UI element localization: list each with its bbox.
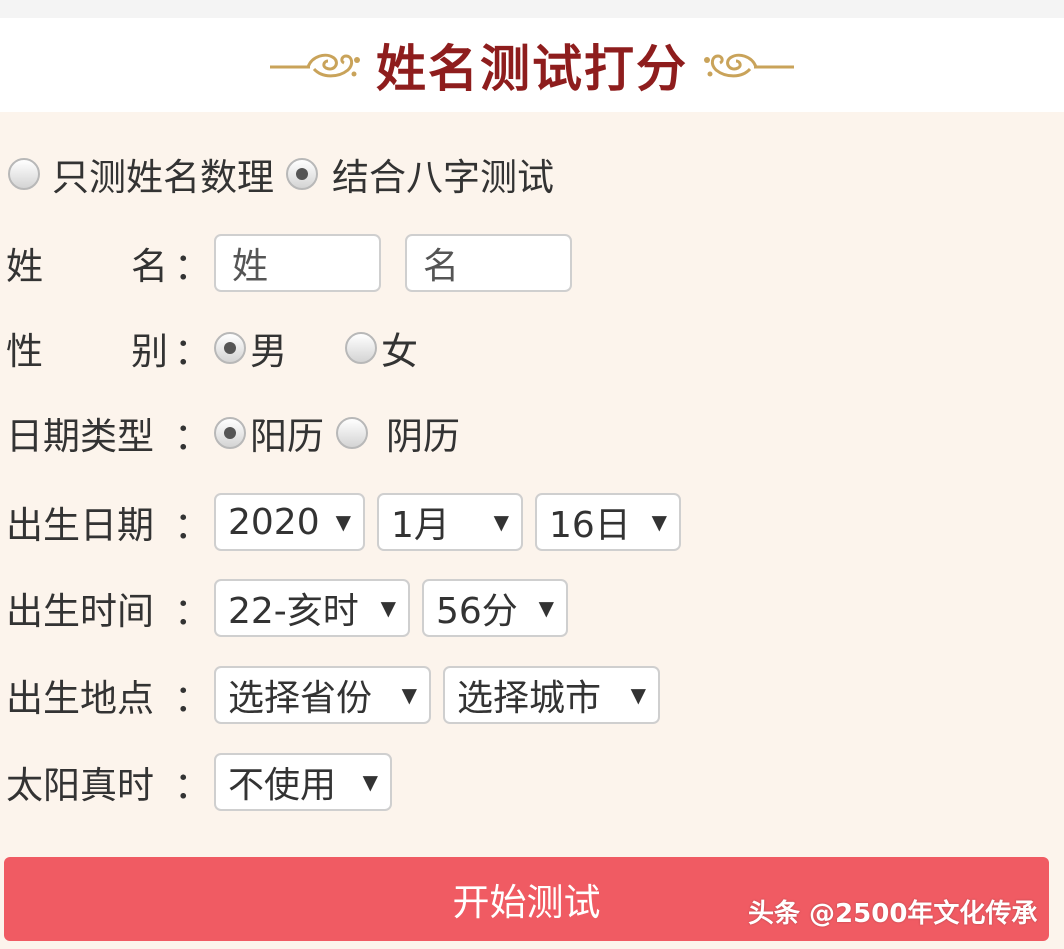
gender-radio-female[interactable] <box>345 332 377 364</box>
solar-time-colon: ： <box>174 764 211 807</box>
city-select[interactable]: 选择城市 ▼ <box>443 666 660 724</box>
solar-time-label: 太阳真时 <box>6 764 154 807</box>
start-test-label: 开始测试 <box>452 881 601 924</box>
gender-label-male: 男 <box>250 330 287 373</box>
gender-label-female: 女 <box>381 330 418 373</box>
birth-place-colon: ： <box>174 677 211 720</box>
solar-time-select[interactable]: 不使用 ▼ <box>214 753 392 811</box>
birth-year-value: 2020 <box>228 501 320 543</box>
date-type-label-lunar: 阴历 <box>386 415 460 458</box>
birth-place-label: 出生地点 <box>6 677 154 720</box>
date-type-row: 日期类型 ： 阳历 阴历 <box>6 411 460 458</box>
right-ornament-icon <box>704 53 795 78</box>
birth-day-value: 16日 <box>549 505 631 546</box>
province-select[interactable]: 选择省份 ▼ <box>214 666 431 724</box>
watermark: 头条 @2500年文化传承 <box>748 899 1038 929</box>
mode-label-bazi: 结合八字测试 <box>332 156 554 199</box>
date-type-radio-lunar[interactable] <box>336 417 368 449</box>
province-value: 选择省份 <box>228 678 373 719</box>
mode-radio-name-only[interactable] <box>8 158 40 190</box>
mode-radio-bazi[interactable] <box>286 158 318 190</box>
birth-minute-select[interactable]: 56分 ▼ <box>422 579 568 637</box>
birth-time-row: 出生时间 ： 22-亥时 ▼ 56分 ▼ <box>6 579 568 637</box>
solar-time-value: 不使用 <box>228 765 337 806</box>
gender-radio-male[interactable] <box>214 332 246 364</box>
gender-label: 性别 <box>6 330 168 373</box>
birth-month-select[interactable]: 1月 ▼ <box>377 493 523 551</box>
date-type-label: 日期类型 <box>6 415 154 458</box>
page-title: 姓名测试打分 <box>376 40 688 98</box>
chevron-down-icon: ▼ <box>630 683 646 707</box>
mode-label-name-only: 只测姓名数理 <box>52 156 274 199</box>
birth-minute-value: 56分 <box>436 591 518 632</box>
birth-time-label: 出生时间 <box>6 590 154 633</box>
date-type-radio-solar[interactable] <box>214 417 246 449</box>
given-name-input[interactable]: 名 <box>405 234 572 292</box>
chevron-down-icon: ▼ <box>335 510 351 534</box>
gender-row: 性别 ： 男 女 <box>6 326 418 373</box>
birth-year-select[interactable]: 2020 ▼ <box>214 493 365 551</box>
chevron-down-icon: ▼ <box>401 683 417 707</box>
chevron-down-icon: ▼ <box>362 770 378 794</box>
page-header: 姓名测试打分 <box>0 18 1064 112</box>
gender-colon: ： <box>174 330 211 373</box>
birth-day-select[interactable]: 16日 ▼ <box>535 493 681 551</box>
chevron-down-icon: ▼ <box>538 596 554 620</box>
date-type-colon: ： <box>174 415 211 458</box>
birth-month-value: 1月 <box>391 505 450 546</box>
name-label: 姓名 <box>6 245 168 288</box>
birth-date-row: 出生日期 ： 2020 ▼ 1月 ▼ 16日 ▼ <box>6 493 681 551</box>
name-row: 姓名 ： 姓 名 <box>6 233 572 293</box>
birth-date-colon: ： <box>174 504 211 547</box>
birth-hour-value: 22-亥时 <box>228 591 359 632</box>
chevron-down-icon: ▼ <box>651 510 667 534</box>
birth-time-colon: ： <box>174 590 211 633</box>
birth-date-label: 出生日期 <box>6 504 154 547</box>
date-type-label-solar: 阳历 <box>250 415 324 458</box>
top-strip <box>0 0 1064 18</box>
solar-time-row: 太阳真时 ： 不使用 ▼ <box>6 753 392 811</box>
city-value: 选择城市 <box>457 678 602 719</box>
surname-input[interactable]: 姓 <box>214 234 381 292</box>
chevron-down-icon: ▼ <box>380 596 396 620</box>
mode-row: 只测姓名数理 结合八字测试 <box>8 152 554 199</box>
birth-hour-select[interactable]: 22-亥时 ▼ <box>214 579 410 637</box>
birth-place-row: 出生地点 ： 选择省份 ▼ 选择城市 ▼ <box>6 666 660 724</box>
left-ornament-icon <box>269 53 360 78</box>
name-colon: ： <box>174 245 211 288</box>
chevron-down-icon: ▼ <box>493 510 509 534</box>
